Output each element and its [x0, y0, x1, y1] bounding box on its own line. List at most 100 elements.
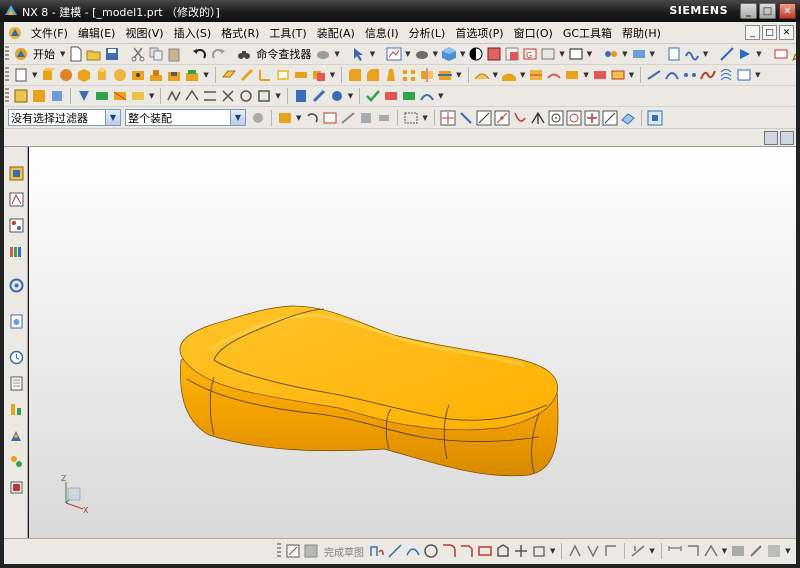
dimension-icon[interactable]	[667, 543, 683, 559]
analysis-deviation-icon[interactable]	[383, 88, 399, 104]
menu-view[interactable]: 视图(V)	[120, 25, 168, 41]
new-part-dropdown-icon[interactable]: ▼	[32, 71, 37, 79]
move-feature-icon[interactable]	[49, 88, 65, 104]
analysis-curvature-icon[interactable]	[419, 88, 435, 104]
offset-surface-icon[interactable]	[546, 67, 562, 83]
manufacturing-wizard-icon[interactable]	[8, 427, 25, 444]
snap-midpoint-icon[interactable]	[494, 110, 510, 126]
menu-information[interactable]: 信息(I)	[360, 25, 404, 41]
update-dropdown-icon[interactable]: ▼	[348, 92, 353, 100]
point-set-icon[interactable]	[682, 67, 698, 83]
alternate-solution-icon[interactable]	[748, 543, 764, 559]
chamfer-icon[interactable]	[365, 67, 381, 83]
spline-icon[interactable]	[700, 67, 717, 83]
work-layer-icon[interactable]	[568, 46, 584, 62]
nx-menu-logo-icon[interactable]	[8, 26, 22, 40]
new-part-icon[interactable]	[13, 67, 29, 83]
curve-tools-dropdown-icon[interactable]: ▼	[550, 547, 555, 555]
web-browser-icon[interactable]	[8, 313, 25, 330]
assembly-2-dropdown-icon[interactable]: ▼	[650, 50, 655, 58]
n-sided-icon[interactable]	[592, 67, 608, 83]
history-icon[interactable]	[8, 349, 25, 366]
hd3d-tools-icon[interactable]	[8, 277, 25, 294]
selection-intent-dropdown-icon[interactable]: ▼	[370, 50, 375, 58]
sync-move-face-icon[interactable]	[166, 88, 182, 104]
toolbar-grip[interactable]	[5, 67, 9, 83]
view-layout-icon[interactable]	[764, 131, 778, 145]
view-close-icon[interactable]	[780, 131, 794, 145]
constraint-navigator-icon[interactable]	[8, 191, 25, 208]
select-component-icon[interactable]	[376, 110, 392, 126]
edge-blend-icon[interactable]	[347, 67, 363, 83]
sphere-icon[interactable]	[112, 67, 128, 83]
part-body[interactable]	[179, 305, 559, 477]
chamfer-sketch-icon[interactable]	[459, 543, 475, 559]
update-model-icon[interactable]	[329, 88, 345, 104]
sync-resize-icon[interactable]	[238, 88, 254, 104]
feature-table-icon[interactable]	[293, 88, 309, 104]
drafting-icon[interactable]	[773, 46, 789, 62]
close-button[interactable]: ✕	[779, 3, 796, 19]
menu-file[interactable]: 文件(F)	[26, 25, 73, 41]
assembly-icon[interactable]	[603, 46, 619, 62]
view-cube-side-icon[interactable]	[504, 46, 520, 62]
view-cube-front-icon[interactable]	[486, 46, 502, 62]
revolve-icon[interactable]	[58, 67, 74, 83]
trim-dropdown-icon[interactable]: ▼	[456, 71, 461, 79]
dimension-dropdown-icon[interactable]: ▼	[722, 547, 727, 555]
wave-dropdown-icon[interactable]: ▼	[703, 50, 708, 58]
type-filter-combo[interactable]: 没有选择过滤器 ▼	[8, 109, 121, 126]
snap-endpoint-icon[interactable]	[476, 110, 492, 126]
menu-help[interactable]: 帮助(H)	[617, 25, 666, 41]
snap-arc-center-icon[interactable]	[548, 110, 564, 126]
suppress-feature-icon[interactable]	[112, 88, 128, 104]
through-curves-dropdown-icon[interactable]: ▼	[520, 71, 525, 79]
sew-dropdown-icon[interactable]: ▼	[583, 71, 588, 79]
mirror-icon[interactable]	[419, 67, 435, 83]
layer-settings-icon[interactable]	[540, 46, 556, 62]
menu-tools[interactable]: 工具(T)	[264, 25, 311, 41]
reorder-feature-icon[interactable]	[76, 88, 92, 104]
surface-mesh-icon[interactable]	[474, 67, 490, 83]
feature-dropdown-icon[interactable]: ▼	[203, 71, 208, 79]
sketch-icon[interactable]	[285, 543, 301, 559]
arc-icon[interactable]	[405, 543, 421, 559]
new-file-icon[interactable]	[68, 46, 84, 62]
binoculars-icon[interactable]	[236, 46, 252, 62]
circle-icon[interactable]	[423, 543, 439, 559]
selection-intent-icon[interactable]	[351, 46, 367, 62]
snap-quadrant-icon[interactable]	[566, 110, 582, 126]
snap-on-curve-icon[interactable]	[602, 110, 618, 126]
constraints-icon[interactable]	[630, 543, 646, 559]
pattern-icon[interactable]	[401, 67, 417, 83]
make-corner-icon[interactable]	[603, 543, 619, 559]
sync-replace-icon[interactable]	[220, 88, 236, 104]
pad-icon[interactable]	[184, 67, 200, 83]
undo-selection-icon[interactable]	[304, 110, 320, 126]
trim-body-icon[interactable]	[437, 67, 453, 83]
edit-parameters-icon[interactable]	[13, 88, 29, 104]
curve-dropdown-icon[interactable]: ▼	[755, 71, 760, 79]
point-icon[interactable]	[513, 543, 529, 559]
feature-selection-filter-icon[interactable]	[277, 110, 293, 126]
snap-control-point-icon[interactable]	[512, 110, 528, 126]
menu-gc-toolkit[interactable]: GC工具箱	[558, 25, 617, 41]
edit-feature-dropdown-icon[interactable]: ▼	[149, 92, 154, 100]
thicken-icon[interactable]	[293, 67, 309, 83]
parts-list-icon[interactable]	[666, 46, 682, 62]
view-dropdown-icon[interactable]: ▼	[405, 50, 410, 58]
toolbar-grip[interactable]	[277, 543, 281, 559]
snap-bounded-grid-icon[interactable]	[647, 110, 663, 126]
chevron-down-icon[interactable]: ▼	[230, 110, 245, 125]
sketch-display-icon[interactable]	[730, 543, 746, 559]
start-dropdown-icon[interactable]: ▼	[60, 50, 65, 58]
system-materials-icon[interactable]	[8, 375, 25, 392]
process-studio-icon[interactable]	[8, 401, 25, 418]
background-icon[interactable]	[468, 46, 484, 62]
toolbar-grip[interactable]	[5, 46, 9, 62]
menu-format[interactable]: 格式(R)	[216, 25, 264, 41]
snap-existing-point-icon[interactable]	[584, 110, 600, 126]
through-curves-icon[interactable]	[501, 67, 517, 83]
measure-icon[interactable]	[719, 46, 735, 62]
sync-dropdown-icon[interactable]: ▼	[275, 92, 280, 100]
